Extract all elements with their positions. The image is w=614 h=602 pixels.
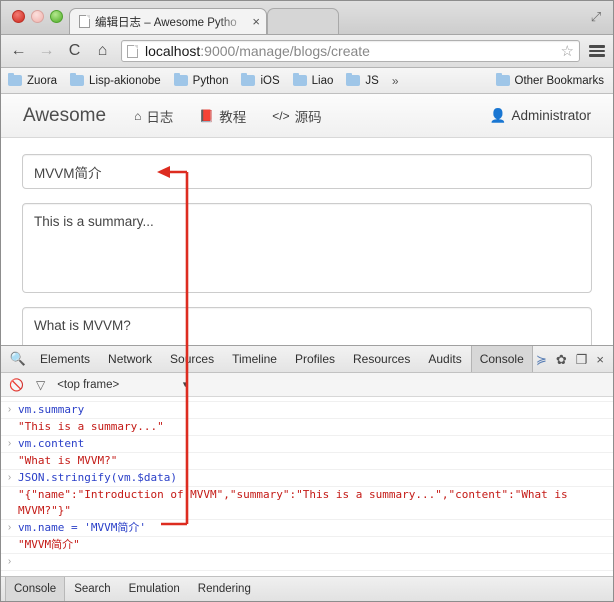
arrowhead-icon <box>157 166 170 178</box>
browser-window: 编辑日志 – Awesome Pytho × ⤢ ← → C ⌂ localho… <box>0 0 614 602</box>
annotation-arrow <box>1 1 614 602</box>
